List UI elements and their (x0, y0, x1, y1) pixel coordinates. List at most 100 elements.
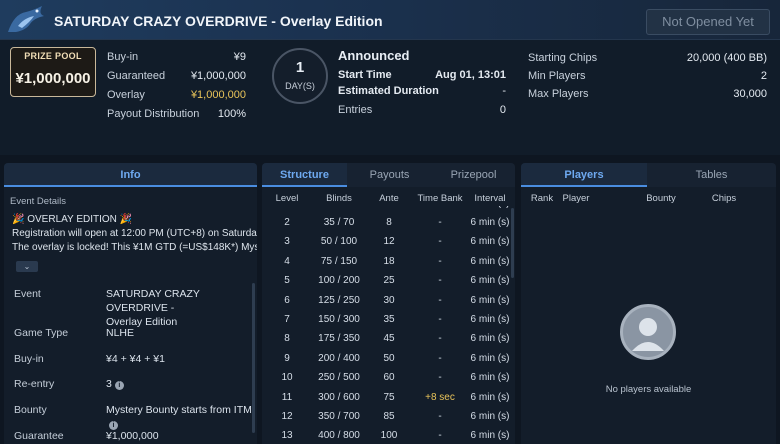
cell-interval: 6 min (s) (470, 372, 510, 384)
starting-chips-label: Starting Chips (528, 52, 598, 64)
cell-level: 13 (281, 430, 293, 442)
chevron-down-icon: ⌄ (23, 262, 31, 271)
cell-interval: 6 min (s) (470, 333, 510, 345)
tab-players[interactable]: Players (521, 163, 647, 187)
col-level: Level (275, 193, 299, 204)
tab-info[interactable]: Info (4, 163, 257, 187)
cell-blinds: 300 / 600 (318, 391, 360, 403)
col-bounty: Bounty (646, 193, 676, 204)
cell-level: 12 (281, 411, 293, 422)
cell-level: 8 (284, 333, 290, 345)
cell-interval: 6 min (s) (470, 236, 510, 248)
info-panel: Info Event Details 🎉 OVERLAY EDITION 🎉 R… (4, 163, 257, 444)
cell-level: 3 (284, 236, 290, 248)
cell-time-bank: - (438, 372, 442, 384)
cell-interval: 6 min (s) (470, 275, 510, 287)
reentry-value: 3 (106, 378, 112, 390)
cell-ante: 60 (383, 372, 395, 384)
table-row: 4 75 / 150 18 - 6 min (s) (262, 253, 515, 272)
col-blinds: Blinds (326, 193, 352, 204)
empty-avatar-icon (620, 304, 676, 360)
tab-prizepool[interactable]: Prizepool (432, 163, 515, 187)
prize-pool-label: PRIZE POOL (24, 51, 82, 61)
table-row: 7 150 / 300 35 - 6 min (s) (262, 311, 515, 330)
cell-time-bank: - (438, 333, 442, 345)
cell-interval: 6 min (s) (470, 352, 510, 364)
details-line-2: Registration will open at 12:00 PM (UTC+… (12, 228, 257, 239)
dragon-logo-icon (8, 6, 44, 32)
day-counter: 1 DAY(S) (272, 48, 328, 104)
day-label: DAY(S) (285, 81, 315, 91)
cell-time-bank: - (438, 314, 442, 325)
tournament-summary: PRIZE POOL ¥1,000,000 Buy-in ¥9 Guarante… (0, 40, 780, 155)
cell-ante: 30 (383, 294, 395, 306)
bounty-value-wrap: Mystery Bounty starts from ITMi (106, 403, 257, 431)
tab-tables[interactable]: Tables (647, 163, 776, 187)
tournament-title: SATURDAY CRAZY OVERDRIVE - Overlay Editi… (54, 13, 383, 29)
cell-ante: 18 (383, 255, 395, 267)
info-icon[interactable]: i (114, 381, 124, 390)
reentry-label: Re-entry (14, 378, 55, 390)
col-interval: Interval (474, 193, 506, 204)
cell-blinds: 125 / 250 (318, 294, 360, 306)
cell-ante: 25 (383, 275, 395, 287)
buyin-value: ¥9 (233, 51, 246, 63)
cell-level: 4 (284, 255, 290, 267)
cell-interval: 6 min (s) (470, 217, 510, 228)
tab-payouts[interactable]: Payouts (347, 163, 432, 187)
table-row: 13 400 / 800 100 - 6 min (s) (262, 427, 515, 444)
cell-level: 9 (284, 352, 290, 364)
reentry-value-wrap: 3i (106, 377, 124, 391)
col-chips: Chips (711, 193, 737, 204)
prize-pool-box: PRIZE POOL ¥1,000,000 (10, 47, 96, 97)
cell-level: 1 (270, 206, 304, 209)
bounty-value: Mystery Bounty starts from ITM (106, 404, 252, 416)
col-player: Player (562, 193, 590, 204)
tab-structure[interactable]: Structure (262, 163, 347, 187)
details-line-3: The overlay is locked! This ¥1M GTD (=US… (12, 242, 257, 253)
game-type-value: NLHE (106, 327, 135, 339)
game-type-label: Game Type (14, 327, 69, 339)
cell-ante: 100 (380, 430, 398, 442)
cell-blinds: 50 / 100 (320, 236, 358, 248)
cell-level: 10 (281, 372, 293, 384)
cell-ante: 85 (383, 411, 395, 422)
cell-interval: 6 min (s) (466, 206, 514, 209)
buyin-info-value: ¥4 + ¥4 + ¥1 (106, 353, 165, 365)
expand-details-button[interactable]: ⌄ (16, 261, 38, 272)
structure-scrollbar[interactable] (511, 208, 514, 278)
cell-blinds: 100 / 200 (318, 275, 360, 287)
event-details-label: Event Details (10, 196, 66, 207)
event-label: Event (14, 288, 41, 300)
cell-interval: 6 min (s) (470, 314, 510, 325)
info-tabbar: Info (4, 163, 257, 187)
buyin-label: Buy-in (107, 51, 139, 63)
structure-tabbar: Structure Payouts Prizepool (262, 163, 515, 187)
cell-blinds: 250 / 500 (318, 372, 360, 384)
table-row: 6 125 / 250 30 - 6 min (s) (262, 292, 515, 311)
overlay-value: ¥1,000,000 (190, 89, 246, 101)
info-scrollbar[interactable] (252, 283, 255, 433)
cell-time-bank: - (438, 255, 442, 267)
structure-table-body: 125 / 506+30 sec6 min (s)235 / 708-6 min… (262, 206, 515, 444)
guarantee-value: ¥1,000,000 (106, 430, 159, 442)
title-bar: SATURDAY CRAZY OVERDRIVE - Overlay Editi… (0, 0, 780, 40)
cell-level: 5 (284, 275, 290, 287)
cell-blinds: 200 / 400 (318, 352, 360, 364)
buyin-info-label: Buy-in (14, 353, 44, 365)
event-value: SATURDAY CRAZY OVERDRIVE - Overlay Editi… (106, 287, 257, 329)
players-tabbar: Players Tables (521, 163, 776, 187)
cell-blinds: 35 / 70 (323, 217, 355, 228)
cell-blinds: 400 / 800 (318, 430, 360, 442)
prize-pool-value: ¥1,000,000 (15, 70, 91, 87)
max-players-value: 30,000 (733, 88, 767, 100)
estimated-duration-value: - (502, 85, 506, 97)
table-row: 8 175 / 350 45 - 6 min (s) (262, 330, 515, 349)
cell-level: 2 (284, 217, 290, 228)
cell-interval: 6 min (s) (470, 391, 510, 403)
cell-blinds: 350 / 700 (318, 411, 360, 422)
cell-time-bank: - (438, 275, 442, 287)
registration-status-button[interactable]: Not Opened Yet (646, 9, 770, 35)
starting-chips-value: 20,000 (400 BB) (686, 52, 767, 64)
start-time-label: Start Time (338, 69, 392, 81)
